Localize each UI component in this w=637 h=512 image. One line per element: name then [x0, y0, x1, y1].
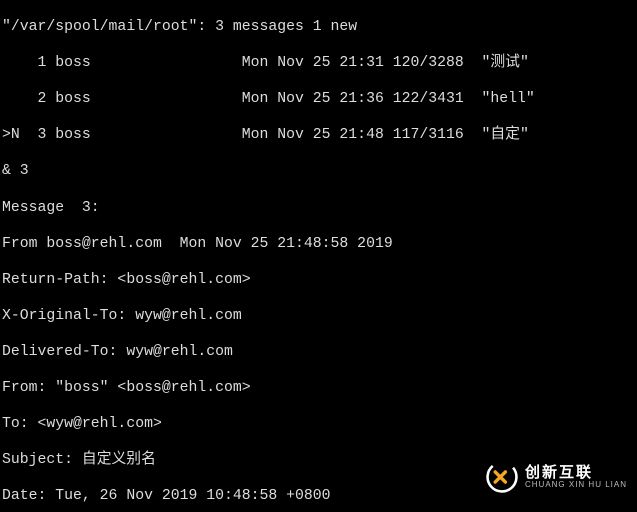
header-line: Return-Path: <boss@rehl.com> [2, 271, 635, 289]
header-line: To: <wyw@rehl.com> [2, 415, 635, 433]
header-line: Delivered-To: wyw@rehl.com [2, 343, 635, 361]
mail-prompt[interactable]: & 3 [2, 162, 635, 180]
mail-list-item: 1 boss Mon Nov 25 21:31 120/3288 "测试" [2, 54, 635, 72]
watermark-en: CHUANG XIN HU LIAN [525, 481, 627, 489]
message-number: Message 3: [2, 199, 635, 217]
mail-list-item: 2 boss Mon Nov 25 21:36 122/3431 "hell" [2, 90, 635, 108]
header-line: From boss@rehl.com Mon Nov 25 21:48:58 2… [2, 235, 635, 253]
mail-list-item: >N 3 boss Mon Nov 25 21:48 117/3116 "自定" [2, 126, 635, 144]
mailbox-summary: "/var/spool/mail/root": 3 messages 1 new [2, 18, 635, 36]
watermark-cn: 创新互联 [525, 465, 627, 481]
watermark: 创新互联 CHUANG XIN HU LIAN [485, 460, 627, 494]
header-line: From: "boss" <boss@rehl.com> [2, 379, 635, 397]
terminal-output: "/var/spool/mail/root": 3 messages 1 new… [0, 0, 637, 512]
logo-icon [485, 460, 519, 494]
header-line: X-Original-To: wyw@rehl.com [2, 307, 635, 325]
